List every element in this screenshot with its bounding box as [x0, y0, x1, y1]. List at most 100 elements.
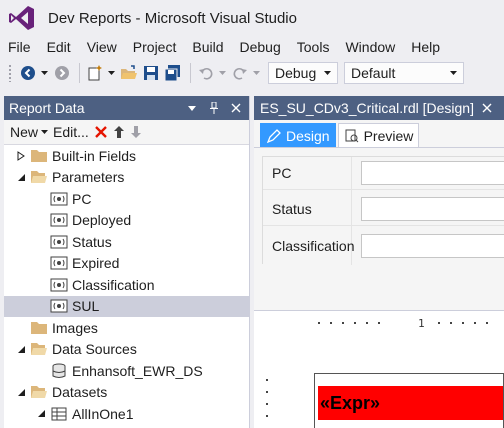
tree-node-expired[interactable]: Expired — [4, 253, 249, 275]
ruler-tick — [266, 379, 268, 381]
menu-edit[interactable]: Edit — [39, 39, 79, 55]
menu-window[interactable]: Window — [337, 39, 403, 55]
tree-node-datasets[interactable]: Datasets — [4, 382, 249, 404]
menu-view[interactable]: View — [79, 39, 125, 55]
tree-node-label: Images — [52, 319, 98, 336]
move-down-icon[interactable] — [130, 125, 142, 139]
tab-preview[interactable]: Preview — [337, 123, 420, 147]
new-item-icon[interactable] — [85, 62, 105, 84]
save-all-icon[interactable] — [163, 62, 183, 84]
tree-node-data-sources[interactable]: Data Sources — [4, 339, 249, 361]
ruler-tick — [450, 322, 452, 324]
tree-node-allinone1[interactable]: AllInOne1 — [4, 403, 249, 425]
ruler-tick — [266, 403, 268, 405]
menu-bar: File Edit View Project Build Debug Tools… — [0, 36, 504, 58]
parameter-input-status[interactable] — [361, 197, 504, 221]
menu-debug[interactable]: Debug — [232, 39, 289, 55]
parameter-icon — [50, 212, 68, 228]
save-icon[interactable] — [141, 62, 161, 84]
preview-icon — [344, 128, 360, 144]
close-icon[interactable] — [227, 99, 245, 117]
menu-build[interactable]: Build — [184, 39, 231, 55]
ruler-tick — [266, 391, 268, 393]
tab-design-label: Design — [286, 127, 330, 144]
report-data-header: Report Data — [4, 96, 249, 120]
expanded-arrow-icon[interactable] — [16, 387, 26, 397]
dataset-icon — [50, 406, 68, 422]
vertical-ruler — [262, 371, 272, 428]
ruler-number: 1 — [418, 317, 425, 330]
platform-value: Default — [351, 65, 396, 81]
tree-node-label: Expired — [72, 255, 120, 272]
folder-open-icon — [30, 169, 48, 185]
chevron-down-icon — [450, 71, 457, 75]
menu-project[interactable]: Project — [125, 39, 185, 55]
toolbar-grip[interactable] — [8, 64, 12, 82]
tree-node-label: Built-in Fields — [52, 147, 137, 164]
tree-node-label: AllInOne1 — [72, 405, 134, 422]
move-up-icon[interactable] — [113, 125, 125, 139]
close-icon[interactable] — [482, 100, 492, 116]
expanded-arrow-icon[interactable] — [16, 172, 26, 182]
report-body[interactable]: «Expr» — [314, 373, 504, 428]
collapsed-arrow-icon[interactable] — [16, 150, 26, 161]
parameter-input-classification[interactable] — [361, 233, 504, 258]
design-surface[interactable]: 1 «Expr» — [254, 310, 504, 428]
tree-node-label: Deployed — [72, 212, 132, 229]
panel-options-icon[interactable] — [183, 99, 201, 117]
new-item-dropdown-icon[interactable] — [107, 62, 116, 84]
forward-icon[interactable] — [52, 62, 72, 84]
title-bar: Dev Reports - Microsoft Visual Studio — [0, 0, 504, 36]
standard-toolbar: Debug Default — [0, 58, 504, 88]
expression-textbox[interactable]: «Expr» — [318, 386, 503, 420]
folder-open-icon — [30, 384, 48, 400]
ruler-tick — [266, 415, 268, 417]
folder-icon — [30, 148, 48, 164]
menu-file[interactable]: File — [0, 39, 39, 55]
tree-node-images[interactable]: Images — [4, 317, 249, 339]
delete-icon[interactable] — [94, 125, 108, 139]
tree-node-classification[interactable]: Classification — [4, 274, 249, 296]
tree-node-deployed[interactable]: Deployed — [4, 210, 249, 232]
ruler-tick — [474, 322, 476, 324]
edit-button[interactable]: Edit... — [53, 124, 89, 140]
parameter-icon — [50, 191, 68, 207]
ruler-tick — [342, 322, 344, 324]
solution-configuration-select[interactable]: Debug — [268, 62, 338, 84]
menu-help[interactable]: Help — [403, 39, 448, 55]
tree-node-pc[interactable]: PC — [4, 188, 249, 210]
undo-icon[interactable] — [196, 62, 216, 84]
report-data-panel: Report Data New Edit... Built-in Fields P… — [4, 96, 250, 428]
tree-node-parameters[interactable]: Parameters — [4, 167, 249, 189]
redo-icon[interactable] — [230, 62, 250, 84]
tree-node-label: Datasets — [52, 384, 108, 401]
parameter-icon — [50, 298, 68, 314]
solution-platform-select[interactable]: Default — [344, 62, 464, 84]
design-icon — [266, 128, 282, 144]
back-icon[interactable] — [18, 62, 38, 84]
visual-studio-logo-icon — [9, 6, 34, 30]
pin-icon[interactable] — [205, 99, 223, 117]
ruler-tick — [330, 322, 332, 324]
chevron-down-icon — [41, 130, 49, 134]
back-dropdown-icon[interactable] — [40, 62, 49, 84]
tree-node-enhansoft-ewr-ds[interactable]: Enhansoft_EWR_DS — [4, 360, 249, 382]
parameter-icon — [50, 277, 68, 293]
redo-dropdown-icon[interactable] — [252, 62, 261, 84]
tree-node-label: Status — [72, 233, 112, 250]
tree-node-status[interactable]: Status — [4, 231, 249, 253]
undo-dropdown-icon[interactable] — [218, 62, 227, 84]
menu-tools[interactable]: Tools — [289, 39, 338, 55]
tree-node-label: Enhansoft_EWR_DS — [72, 362, 203, 379]
new-menu-button[interactable]: New — [10, 124, 49, 140]
tree-node-built-in-fields[interactable]: Built-in Fields — [4, 145, 249, 167]
tree-node-sul[interactable]: SUL — [4, 295, 249, 317]
view-tabs: Design Preview — [254, 120, 504, 148]
expanded-arrow-icon[interactable] — [16, 344, 26, 354]
expanded-arrow-icon[interactable] — [36, 409, 46, 419]
parameter-input-pc[interactable] — [361, 161, 504, 185]
document-tab[interactable]: ES_SU_CDv3_Critical.rdl [Design] — [254, 96, 504, 120]
report-data-title: Report Data — [9, 100, 85, 116]
open-folder-icon[interactable] — [119, 62, 139, 84]
tab-design[interactable]: Design — [260, 123, 336, 147]
